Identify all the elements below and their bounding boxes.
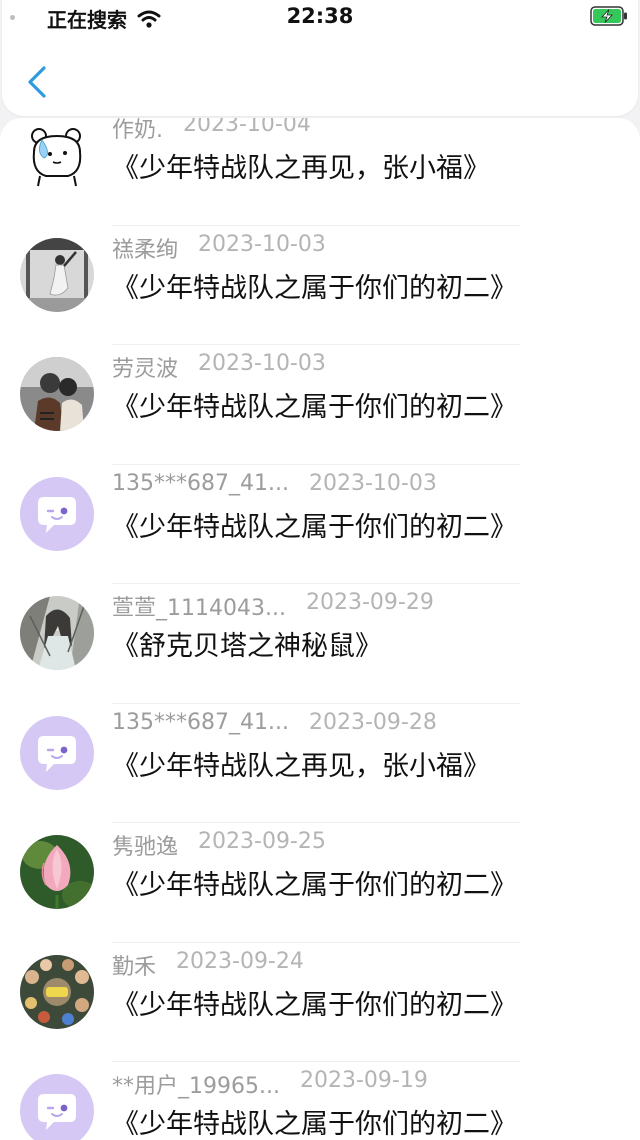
- user-name: 隽驰逸: [112, 835, 179, 860]
- screen: 正在搜索 22:38 作奶. 2023-10-04 《少年特战队之再见，张小福》…: [0, 0, 640, 1140]
- photo-lotus-avatar: [20, 835, 94, 909]
- item-date: 2023-09-24: [176, 948, 304, 974]
- list-item[interactable]: 劳灵波 2023-10-03 《少年特战队之属于你们的初二》: [0, 345, 640, 465]
- back-button[interactable]: [20, 60, 56, 104]
- bear-sticker-icon: [20, 118, 94, 192]
- item-meta: 劳灵波 2023-10-03: [112, 351, 326, 383]
- user-name: 勤禾: [112, 954, 157, 980]
- item-title: 《少年特战队之再见，张小福》: [112, 750, 490, 782]
- status-bar: 正在搜索 22:38: [0, 0, 640, 40]
- list-item[interactable]: 勤禾 2023-09-24 《少年特战队之属于你们的初二》: [0, 943, 640, 1062]
- list-item[interactable]: 135***687_41... 2023-10-03 《少年特战队之属于你们的初…: [0, 465, 640, 584]
- item-title: 《少年特战队之属于你们的初二》: [112, 392, 517, 423]
- item-title: 《少年特战队之再见，张小福》: [112, 153, 490, 184]
- photo-group-avatar: [20, 954, 94, 1029]
- item-meta: 萱萱_1114043... 2023-09-29: [112, 590, 434, 622]
- item-date: 2023-10-03: [198, 231, 326, 257]
- list-item[interactable]: **用户_19965... 2023-09-19 《少年特战队之属于你们的初二》: [0, 1062, 640, 1140]
- item-title: 《少年特战队之属于你们的初二》: [112, 870, 517, 901]
- default-avatar-icon: [20, 715, 94, 790]
- photo-anime-avatar: [20, 596, 94, 670]
- avatar: [20, 357, 94, 431]
- list-item[interactable]: 禚柔绚 2023-10-03 《少年特战队之属于你们的初二》: [0, 226, 640, 345]
- item-meta: 禚柔绚 2023-10-03: [112, 232, 326, 264]
- status-time: 22:38: [286, 4, 354, 28]
- avatar: [20, 954, 94, 1029]
- item-date: 2023-09-19: [299, 1068, 428, 1093]
- avatar: [20, 715, 94, 790]
- battery-charging-icon: [590, 6, 627, 26]
- item-meta: 隽驰逸 2023-09-25: [112, 829, 326, 861]
- user-name: 作奶.: [112, 118, 163, 143]
- user-name: 禚柔绚: [112, 237, 179, 263]
- list-item[interactable]: 作奶. 2023-10-04 《少年特战队之再见，张小福》: [0, 118, 640, 226]
- item-meta: **用户_19965... 2023-09-19: [112, 1068, 428, 1100]
- user-name: 135***687_41...: [112, 470, 289, 496]
- avatar: [20, 835, 94, 909]
- history-list-inner: 作奶. 2023-10-04 《少年特战队之再见，张小福》 禚柔绚 2023-1…: [0, 118, 640, 1140]
- item-meta: 勤禾 2023-09-24: [112, 949, 304, 981]
- item-date: 2023-10-03: [308, 470, 437, 496]
- item-title: 《舒克贝塔之神秘鼠》: [112, 631, 382, 662]
- user-name: 劳灵波: [112, 357, 179, 382]
- avatar: [20, 476, 94, 551]
- photo-couple-avatar: [20, 357, 94, 431]
- list-item[interactable]: 隽驰逸 2023-09-25 《少年特战队之属于你们的初二》: [0, 823, 640, 943]
- list-item[interactable]: 135***687_41... 2023-09-28 《少年特战队之再见，张小福…: [0, 704, 640, 823]
- item-meta: 135***687_41... 2023-10-03: [112, 471, 437, 496]
- list-item[interactable]: 萱萱_1114043... 2023-09-29 《舒克贝塔之神秘鼠》: [0, 584, 640, 704]
- item-date: 2023-09-25: [198, 829, 326, 854]
- item-title: 《少年特战队之属于你们的初二》: [112, 511, 517, 543]
- avatar: [20, 118, 94, 192]
- default-avatar-icon: [20, 1074, 94, 1140]
- item-date: 2023-10-03: [198, 351, 326, 376]
- item-title: 《少年特战队之属于你们的初二》: [112, 989, 517, 1021]
- item-meta: 作奶. 2023-10-04: [112, 118, 311, 144]
- avatar: [20, 1074, 94, 1140]
- history-list: 作奶. 2023-10-04 《少年特战队之再见，张小福》 禚柔绚 2023-1…: [0, 118, 640, 1140]
- user-name: **用户_19965...: [112, 1074, 280, 1099]
- item-date: 2023-09-29: [305, 590, 434, 615]
- user-name: 135***687_41...: [112, 709, 289, 735]
- item-date: 2023-09-28: [308, 709, 437, 735]
- avatar: [20, 237, 94, 312]
- avatar: [20, 596, 94, 670]
- item-title: 《少年特战队之属于你们的初二》: [112, 272, 517, 304]
- default-avatar-icon: [20, 476, 94, 551]
- photo-gray-avatar: [20, 237, 94, 312]
- item-title: 《少年特战队之属于你们的初二》: [112, 1109, 517, 1140]
- user-name: 萱萱_1114043...: [112, 596, 286, 621]
- item-meta: 135***687_41... 2023-09-28: [112, 710, 437, 735]
- item-date: 2023-10-04: [183, 118, 311, 137]
